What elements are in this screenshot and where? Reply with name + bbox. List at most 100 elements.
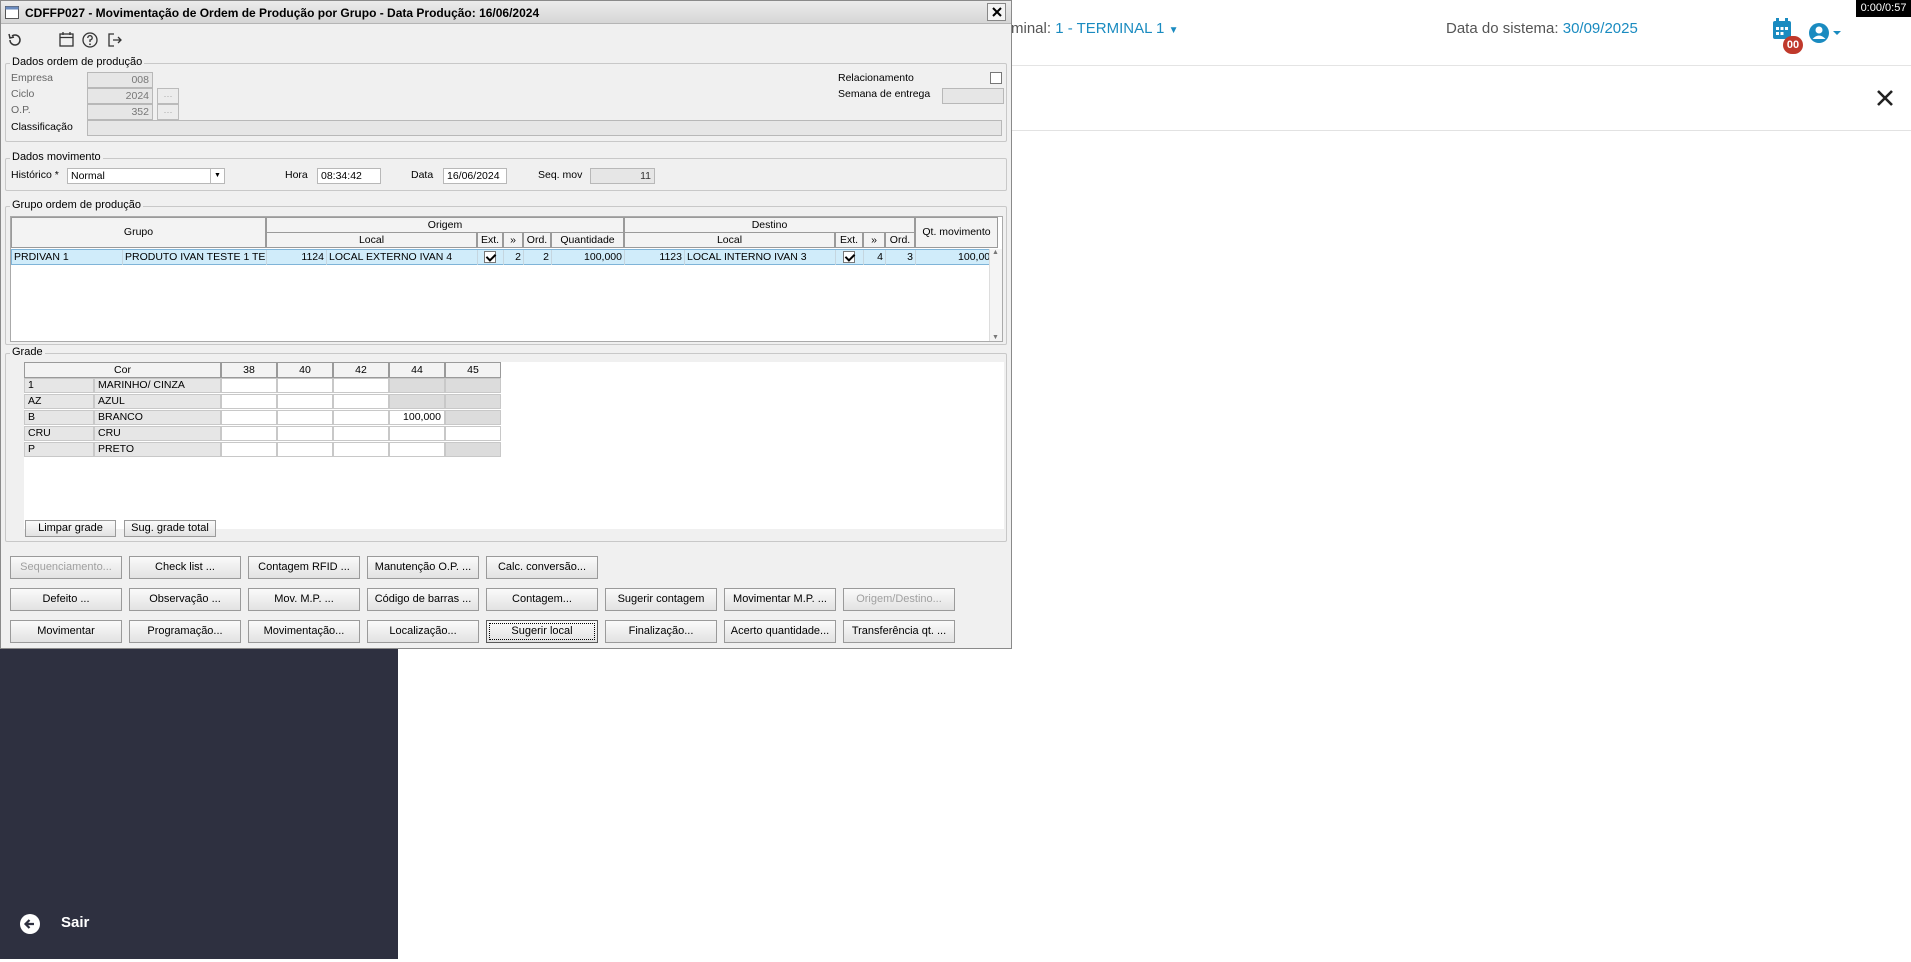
dropdown-arrow-icon: ▼ (210, 169, 224, 183)
op-field[interactable]: 352 (87, 104, 153, 120)
grade-qty-cell[interactable] (221, 426, 277, 441)
grade-qty-cell[interactable] (221, 410, 277, 425)
acerto-quantidade-button[interactable]: Acerto quantidade... (724, 620, 836, 643)
programacao-button[interactable]: Programação... (129, 620, 241, 643)
grade-qty-cell[interactable] (333, 394, 389, 409)
sugerir-local-button[interactable]: Sugerir local (486, 620, 598, 643)
title-bar[interactable]: CDFFP027 - Movimentação de Ordem de Prod… (1, 1, 1011, 24)
mov-mp-button[interactable]: Mov. M.P. ... (248, 588, 360, 611)
movimentar-mp-button[interactable]: Movimentar M.P. ... (724, 588, 836, 611)
system-date-label: Data do sistema: (1446, 20, 1559, 37)
grade-qty-cell[interactable] (389, 442, 445, 457)
historico-label: Histórico * (11, 169, 59, 181)
observacao-button[interactable]: Observação ... (129, 588, 241, 611)
movimentacao-button[interactable]: Movimentação... (248, 620, 360, 643)
seq-mov-field[interactable]: 11 (590, 168, 655, 184)
destino-ext-checkbox[interactable] (843, 251, 855, 263)
window-close-button[interactable] (987, 3, 1006, 21)
origem-ext-checkbox[interactable] (484, 251, 496, 263)
grade-row-code: CRU (24, 426, 94, 441)
grade-qty-cell[interactable] (277, 394, 333, 409)
contagem-button[interactable]: Contagem... (486, 588, 598, 611)
grade-row-code: B (24, 410, 94, 425)
sugerir-contagem-button[interactable]: Sugerir contagem (605, 588, 717, 611)
transferencia-qt-button[interactable]: Transferência qt. ... (843, 620, 955, 643)
close-x-icon (991, 6, 1003, 21)
table-row[interactable]: PRDIVAN 1 PRODUTO IVAN TESTE 1 TESTE 112… (11, 249, 998, 265)
calendar-tool-icon[interactable] (59, 32, 74, 47)
vertical-scrollbar[interactable]: ▲ ▼ (989, 249, 1002, 341)
dados-ordem-legend: Dados ordem de produção (10, 56, 145, 68)
col-destino: Destino (624, 217, 915, 233)
check-list-button[interactable]: Check list ... (129, 556, 241, 579)
caret-down-icon: ▼ (1168, 25, 1179, 36)
calc-conversao-button[interactable]: Calc. conversão... (486, 556, 598, 579)
col-grupo: Grupo (11, 217, 266, 248)
scroll-up-icon[interactable]: ▲ (992, 249, 999, 256)
user-icon[interactable] (1808, 22, 1844, 44)
classificacao-field[interactable] (87, 120, 1002, 136)
grade-qty-cell[interactable] (333, 442, 389, 457)
grade-qty-cell[interactable] (221, 394, 277, 409)
limpar-grade-button[interactable]: Limpar grade (25, 520, 116, 537)
cell-grupo: PRDIVAN 1 (12, 250, 123, 265)
grade-qty-cell-filled[interactable]: 100,000 (389, 410, 445, 425)
ciclo-field[interactable]: 2024 (87, 88, 153, 104)
contagem-rfid-button[interactable]: Contagem RFID ... (248, 556, 360, 579)
col-destino-ext: Ext. (835, 232, 863, 248)
grade-qty-cell[interactable] (277, 426, 333, 441)
localizacao-button[interactable]: Localização... (367, 620, 479, 643)
ciclo-label: Ciclo (11, 88, 35, 100)
grade-qty-cell[interactable] (333, 378, 389, 393)
cell-origem-ord: 2 (524, 250, 552, 265)
grade-panel: Grade Cor 38 40 42 44 45 1 MARINHO/ CINZ… (5, 346, 1007, 542)
semana-entrega-field[interactable] (942, 88, 1004, 104)
sequenciamento-button[interactable]: Sequenciamento... (10, 556, 122, 579)
arrow-left-circle-icon (20, 914, 40, 934)
scroll-down-icon[interactable]: ▼ (992, 334, 999, 341)
manutencao-op-button[interactable]: Manutenção O.P. ... (367, 556, 479, 579)
finalizacao-button[interactable]: Finalização... (605, 620, 717, 643)
op-lookup-button[interactable]: ⋯ (157, 104, 179, 120)
cell-origem-arrow: 2 (504, 250, 524, 265)
grade-qty-cell-disabled (389, 394, 445, 409)
origem-destino-button[interactable]: Origem/Destino... (843, 588, 955, 611)
grade-qty-cell[interactable] (221, 442, 277, 457)
grade-qty-cell[interactable] (333, 410, 389, 425)
grade-row-code: P (24, 442, 94, 457)
semana-entrega-label: Semana de entrega (838, 88, 931, 100)
codigo-barras-button[interactable]: Código de barras ... (367, 588, 479, 611)
dados-ordem-panel: Dados ordem de produção Empresa 008 Cicl… (5, 56, 1007, 142)
grade-col-size: 40 (277, 362, 333, 378)
grade-qty-cell[interactable] (445, 426, 501, 441)
video-timer: 0:00/0:57 (1856, 0, 1911, 17)
cell-qt-movimento: 100,000 (958, 251, 996, 263)
close-icon[interactable] (1876, 89, 1894, 107)
grade-qty-cell[interactable] (277, 442, 333, 457)
exit-button[interactable]: Sair (20, 912, 140, 936)
grade-col-size: 38 (221, 362, 277, 378)
hora-field[interactable]: 08:34:42 (317, 168, 381, 184)
grade-row-name: MARINHO/ CINZA (94, 378, 221, 393)
data-label: Data (411, 169, 434, 181)
empresa-field[interactable]: 008 (87, 72, 153, 88)
historico-select[interactable]: Normal ▼ (67, 168, 225, 184)
cell-produto: PRODUTO IVAN TESTE 1 TESTE (125, 250, 267, 265)
refresh-icon[interactable] (7, 32, 23, 48)
sugerir-grade-total-button[interactable]: Sug. grade total (124, 520, 216, 537)
relacionamento-checkbox[interactable] (990, 72, 1002, 84)
cell-quantidade: 100,000 (552, 250, 625, 265)
defeito-button[interactable]: Defeito ... (10, 588, 122, 611)
exit-icon[interactable] (107, 32, 123, 48)
op-label: O.P. (11, 104, 31, 116)
terminal-selector[interactable]: rminal: 1 - TERMINAL 1 ▼ (1006, 20, 1178, 37)
grade-qty-cell[interactable] (389, 426, 445, 441)
grade-qty-cell[interactable] (277, 378, 333, 393)
help-icon[interactable] (82, 32, 98, 48)
movimentar-button[interactable]: Movimentar (10, 620, 122, 643)
grade-qty-cell[interactable] (221, 378, 277, 393)
ciclo-lookup-button[interactable]: ⋯ (157, 88, 179, 104)
data-field[interactable]: 16/06/2024 (443, 168, 507, 184)
grade-qty-cell[interactable] (333, 426, 389, 441)
grade-qty-cell[interactable] (277, 410, 333, 425)
